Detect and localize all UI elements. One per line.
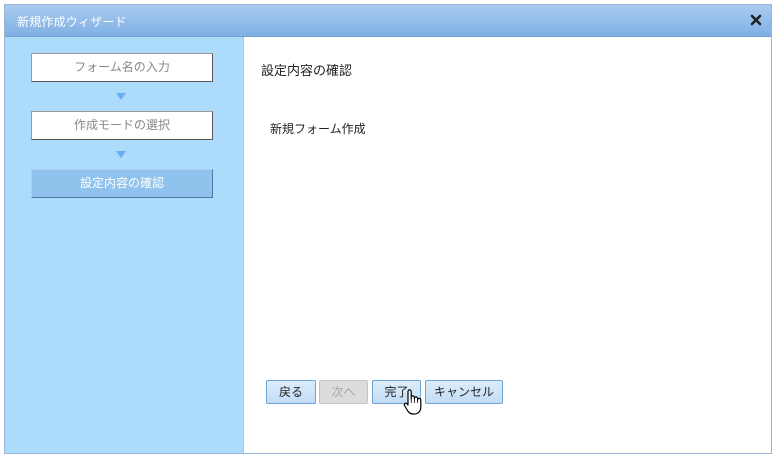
wizard-dialog: 新規作成ウィザード フォーム名の入力 作成モードの選択 設定内容の確認 設定内容… [4, 4, 772, 454]
down-triangle-icon [116, 93, 126, 100]
wizard-steps-sidebar: フォーム名の入力 作成モードの選択 設定内容の確認 [5, 37, 244, 453]
step-form-name: フォーム名の入力 [31, 53, 213, 82]
step-confirm-settings: 設定内容の確認 [31, 169, 213, 198]
close-button[interactable] [747, 11, 765, 29]
step-creation-mode: 作成モードの選択 [31, 111, 213, 140]
down-triangle-icon [116, 151, 126, 158]
cancel-button[interactable]: キャンセル [425, 380, 503, 404]
page-title: 設定内容の確認 [261, 64, 353, 79]
finish-button[interactable]: 完了 [372, 380, 421, 404]
next-button[interactable]: 次へ [319, 380, 368, 404]
summary-text: 新規フォーム作成 [270, 122, 366, 136]
back-button[interactable]: 戻る [266, 380, 316, 404]
titlebar[interactable]: 新規作成ウィザード [5, 5, 771, 37]
window-title: 新規作成ウィザード [17, 15, 127, 29]
close-icon [750, 14, 762, 26]
